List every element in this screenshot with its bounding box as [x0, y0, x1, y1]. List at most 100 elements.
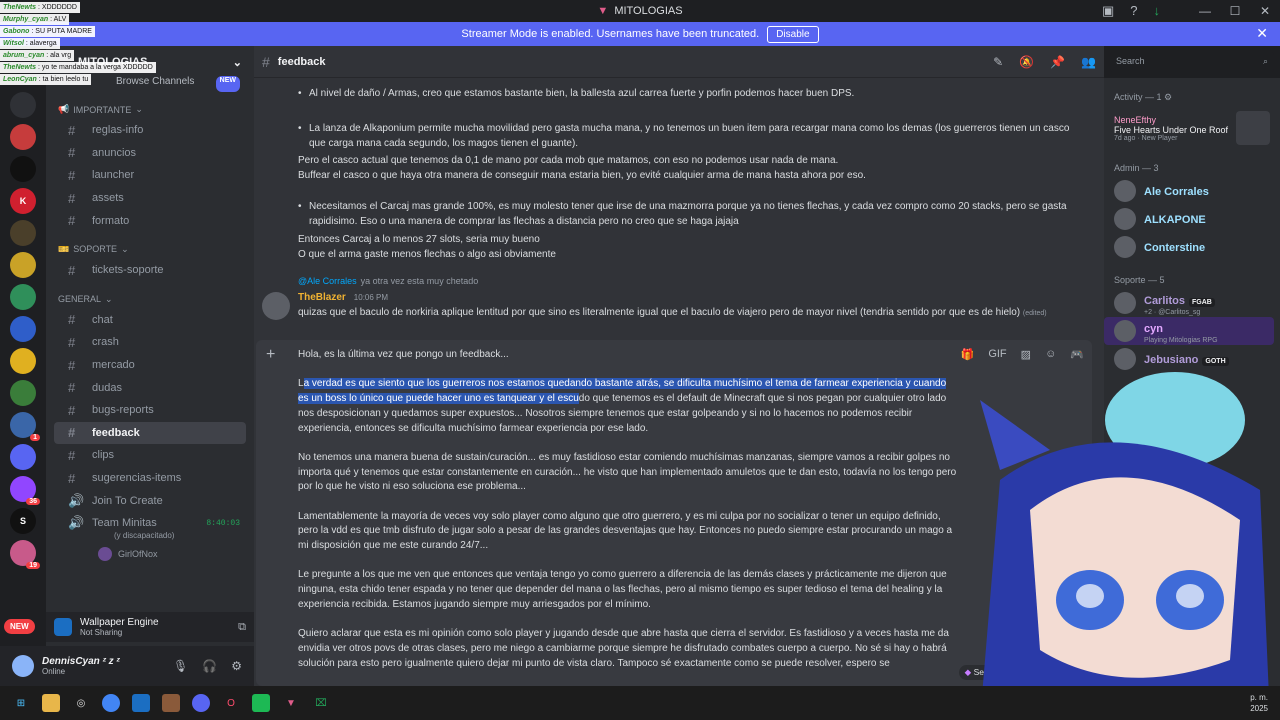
- reply-mention[interactable]: @Ale Corrales: [298, 276, 357, 286]
- category-soporte[interactable]: 🎫 SOPORTE ⌄: [46, 232, 254, 259]
- nitro-icon: ◆: [964, 667, 974, 677]
- member-item[interactable]: Jebusiano GOTH: [1104, 345, 1280, 373]
- category-importante[interactable]: 📢 IMPORTANTE ⌄: [46, 92, 254, 119]
- composer-text[interactable]: Hola, es la última vez que pongo un feed…: [298, 348, 958, 686]
- steam-icon[interactable]: [132, 694, 150, 712]
- member-name: Ale Corrales: [1144, 186, 1209, 198]
- hash-icon: #: [68, 380, 76, 396]
- minimize-button[interactable]: —: [1190, 4, 1220, 18]
- app-icon[interactable]: ⌧: [312, 694, 330, 712]
- gear-icon[interactable]: ⚙: [1164, 92, 1172, 102]
- inbox-icon[interactable]: ▣: [1102, 3, 1114, 19]
- channel-item-dudas[interactable]: # dudas: [54, 376, 246, 399]
- category-general[interactable]: GENERAL ⌄: [46, 282, 254, 309]
- microphone-icon[interactable]: 🎙: [173, 659, 188, 673]
- server-icon[interactable]: [10, 348, 36, 374]
- chrome-icon[interactable]: [102, 694, 120, 712]
- search-input[interactable]: Search ⌕: [1110, 52, 1274, 72]
- threads-icon[interactable]: ✎: [993, 55, 1003, 69]
- message-area: Al nivel de daño / Armas, creo que estam…: [254, 78, 1104, 686]
- app-icon[interactable]: [252, 694, 270, 712]
- avatar[interactable]: [262, 292, 290, 320]
- server-icon[interactable]: [10, 92, 36, 118]
- member-item[interactable]: Conterstine: [1104, 233, 1280, 261]
- close-banner-icon[interactable]: ✕: [1256, 25, 1268, 42]
- member-item[interactable]: Carlitos FGAB +2 · @Carlitos_sg: [1104, 289, 1280, 317]
- help-icon[interactable]: ?: [1130, 3, 1137, 19]
- channel-item-feedback[interactable]: # feedback: [54, 421, 246, 445]
- mitologias-launcher-icon[interactable]: ▼: [282, 694, 300, 712]
- channel-item-crash[interactable]: # crash: [54, 331, 246, 354]
- channel-item-formato[interactable]: # formato: [54, 209, 246, 232]
- voice-user[interactable]: GirlOfNox: [46, 544, 254, 564]
- server-icon[interactable]: [10, 444, 36, 470]
- channel-item-clips[interactable]: # clips: [54, 444, 246, 467]
- discord-icon[interactable]: [192, 694, 210, 712]
- avatar: [1114, 348, 1136, 370]
- disable-button[interactable]: Disable: [767, 25, 819, 43]
- channel-item-launcher[interactable]: # launcher: [54, 164, 246, 187]
- channel-label: clips: [92, 449, 115, 462]
- server-icon[interactable]: S: [10, 508, 36, 534]
- author-name[interactable]: TheBlazer: [298, 292, 346, 303]
- channel-item-sugerencias-items[interactable]: # sugerencias-items: [54, 467, 246, 490]
- message-composer[interactable]: + 🎁 GIF ▨ ☺ 🎮 Hola, es la última vez que…: [256, 340, 1092, 686]
- channel-item-chat[interactable]: # chat: [54, 309, 246, 332]
- gif-icon[interactable]: GIF: [988, 348, 1006, 361]
- members-icon[interactable]: 👥: [1081, 55, 1096, 69]
- settings-icon[interactable]: ◎: [72, 694, 90, 712]
- member-item[interactable]: ALKAPONE: [1104, 205, 1280, 233]
- member-item[interactable]: cyn Playing Mitologias RPG: [1104, 317, 1274, 345]
- activity-icon[interactable]: 🎮: [1070, 348, 1084, 361]
- channel-item-mercado[interactable]: # mercado: [54, 354, 246, 377]
- sticker-icon[interactable]: ▨: [1021, 348, 1031, 361]
- reply-reference[interactable]: @Ale Corrales ya otra vez esta muy cheta…: [298, 276, 478, 286]
- channel-item-join-to-create[interactable]: 🔊 Join To Create: [54, 489, 246, 512]
- send-longer-tip[interactable]: ◆ Send longer messages with: [958, 665, 1084, 680]
- channel-item-anuncios[interactable]: # anuncios: [54, 142, 246, 165]
- hash-icon: #: [68, 425, 76, 441]
- app-icon[interactable]: [162, 694, 180, 712]
- file-explorer-icon[interactable]: [42, 694, 60, 712]
- server-icon[interactable]: 36: [10, 476, 40, 505]
- server-icon[interactable]: [10, 156, 36, 182]
- channel-item-assets[interactable]: # assets: [54, 187, 246, 210]
- server-icon[interactable]: [10, 380, 36, 406]
- server-icon[interactable]: K: [10, 188, 36, 214]
- title-bar: ▼ MITOLOGIAS ▣ ? ↓ — ☐ ✕: [0, 0, 1280, 22]
- hash-icon: #: [68, 190, 76, 206]
- hash-icon: #: [68, 447, 76, 463]
- notification-bell-icon[interactable]: 🔕: [1019, 55, 1034, 69]
- screen-share-icon[interactable]: ⧉: [238, 621, 246, 634]
- server-icon[interactable]: 1: [10, 412, 40, 441]
- hash-icon: #: [68, 167, 76, 183]
- server-icon[interactable]: [10, 284, 36, 310]
- server-icon[interactable]: 19: [10, 540, 40, 569]
- plus-icon[interactable]: +: [266, 346, 275, 364]
- server-icon[interactable]: [10, 316, 36, 342]
- channel-item-tickets-soporte[interactable]: # tickets-soporte: [54, 259, 246, 282]
- server-icon[interactable]: [10, 220, 36, 246]
- server-icon[interactable]: [10, 124, 36, 150]
- channel-item-bugs-reports[interactable]: # bugs-reports: [54, 399, 246, 422]
- maximize-button[interactable]: ☐: [1220, 4, 1250, 18]
- gear-icon[interactable]: ⚙: [231, 659, 242, 673]
- windows-start-icon[interactable]: ⊞: [12, 694, 30, 712]
- channel-item-reglas-info[interactable]: # reglas-info: [54, 119, 246, 142]
- gift-icon[interactable]: 🎁: [961, 348, 975, 361]
- activity-group-header: Activity — 1 ⚙: [1114, 92, 1173, 102]
- new-servers-pill[interactable]: NEW: [4, 619, 35, 634]
- pin-icon[interactable]: 📌: [1050, 55, 1065, 69]
- emoji-icon[interactable]: ☺: [1045, 348, 1056, 361]
- avatar[interactable]: [12, 655, 34, 677]
- server-icon[interactable]: [10, 252, 36, 278]
- download-icon[interactable]: ↓: [1154, 3, 1161, 19]
- channel-label: Join To Create: [92, 494, 163, 507]
- close-window-button[interactable]: ✕: [1250, 4, 1280, 18]
- opera-icon[interactable]: O: [222, 694, 240, 712]
- member-item[interactable]: Ale Corrales: [1104, 177, 1280, 205]
- activity-card[interactable]: NeneEfthy Five Hearts Under One Roof 7d …: [1104, 107, 1280, 149]
- headphones-icon[interactable]: 🎧: [202, 659, 217, 673]
- window-title: ▼ MITOLOGIAS: [597, 5, 682, 17]
- voice-channel[interactable]: 🔊 Team Minitas 8:40:03: [54, 512, 246, 535]
